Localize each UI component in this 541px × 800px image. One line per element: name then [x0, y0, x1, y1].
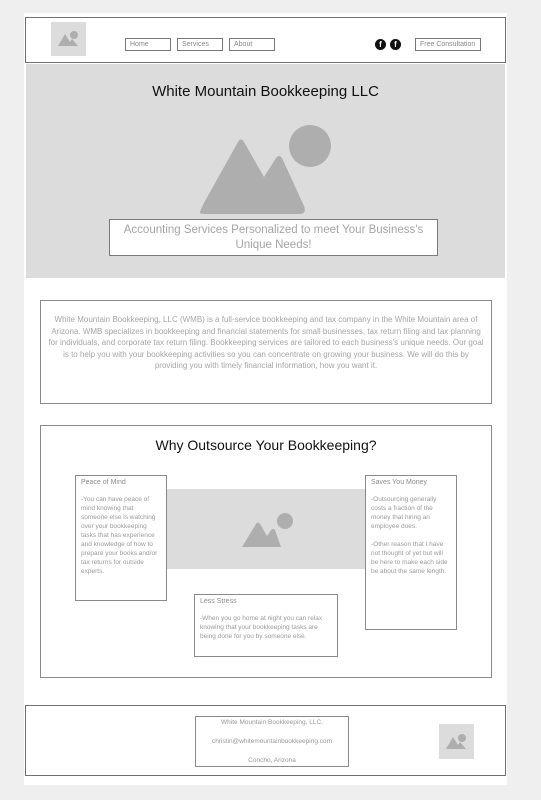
image-placeholder-icon: [446, 734, 466, 749]
intro-text: White Mountain Bookkeeping, LLC (WMB) is…: [48, 315, 484, 371]
nav-home[interactable]: Home: [125, 38, 171, 51]
intro-section: White Mountain Bookkeeping, LLC (WMB) is…: [40, 300, 492, 404]
card-less-stress: Less Stress -When you go home at night y…: [194, 594, 338, 657]
facebook-icon[interactable]: f: [390, 39, 401, 50]
site-footer: White Mountain Bookkeeping, LLC. christi…: [25, 705, 506, 776]
facebook-icon[interactable]: f: [375, 39, 386, 50]
site-header: Home Services About f f Free Consultatio…: [25, 17, 506, 63]
image-placeholder-icon: [242, 513, 293, 547]
card-peace-of-mind: Peace of Mind -You can have peace of min…: [75, 475, 167, 601]
card-body: -When you go home at night you can relax…: [200, 615, 323, 640]
card-body: -You can have peace of mind knowing that…: [81, 496, 158, 575]
hero-title: White Mountain Bookkeeping LLC: [152, 83, 379, 100]
card-body: -Outsourcing generally costs a fraction …: [371, 496, 448, 575]
why-title: Why Outsource Your Bookkeeping?: [155, 437, 377, 453]
card-title: Saves You Money: [371, 479, 428, 486]
nav-about[interactable]: About: [229, 38, 275, 51]
header-logo[interactable]: [51, 22, 86, 56]
page: Home Services About f f Free Consultatio…: [24, 13, 507, 785]
mountain-image-placeholder-icon: [199, 125, 331, 214]
card-title: Peace of Mind: [81, 479, 126, 486]
card-title: Less Stress: [200, 598, 237, 605]
footer-contact: White Mountain Bookkeeping, LLC. christi…: [195, 716, 349, 767]
image-placeholder-icon: [58, 31, 78, 46]
nav-services[interactable]: Services: [177, 38, 223, 51]
footer-logo: [439, 724, 474, 759]
why-section: Why Outsource Your Bookkeeping? Peace of…: [40, 425, 492, 678]
card-saves-you-money: Saves You Money -Outsourcing generally c…: [365, 475, 457, 630]
why-image: [166, 489, 366, 569]
hero-tagline: Accounting Services Personalized to meet…: [109, 219, 438, 256]
hero-section: White Mountain Bookkeeping LLC Accountin…: [26, 64, 505, 278]
free-consultation-button[interactable]: Free Consultation: [415, 38, 481, 51]
hero-tagline-text: Accounting Services Personalized to meet…: [123, 224, 424, 251]
footer-location: Concho, Arizona: [248, 757, 296, 764]
footer-email[interactable]: christin@whitemountainbookkeeping.com: [196, 738, 348, 745]
footer-company: White Mountain Bookkeeping, LLC.: [221, 719, 323, 726]
